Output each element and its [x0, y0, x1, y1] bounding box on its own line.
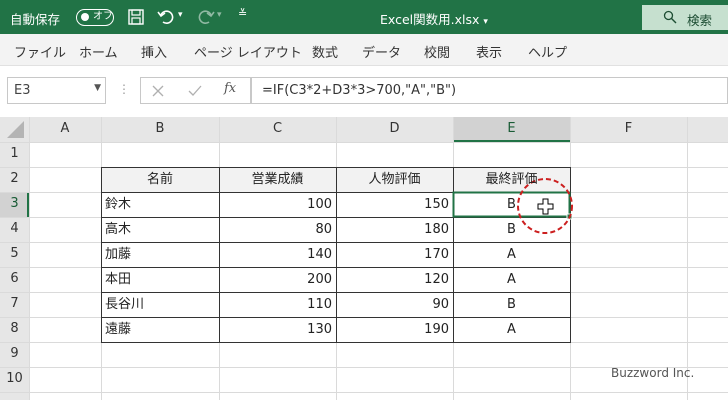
table-header-final[interactable]: 最終評価: [453, 167, 570, 192]
cell-e8[interactable]: A: [453, 317, 570, 342]
row-header-9[interactable]: 9: [0, 346, 29, 361]
cell-d7[interactable]: 90: [336, 292, 453, 317]
cell-b3[interactable]: 鈴木: [101, 192, 219, 217]
table-header-name[interactable]: 名前: [101, 167, 219, 192]
row-header-4[interactable]: 4: [0, 221, 29, 236]
cell-c8[interactable]: 130: [219, 317, 336, 342]
row-header-1[interactable]: 1: [0, 146, 29, 161]
cell-b8[interactable]: 遠藤: [101, 317, 219, 342]
row-header-3[interactable]: 3: [0, 196, 29, 211]
cell-d4[interactable]: 180: [336, 217, 453, 242]
cell-d5[interactable]: 170: [336, 242, 453, 267]
cell-d6[interactable]: 120: [336, 267, 453, 292]
cell-e7[interactable]: B: [453, 292, 570, 317]
table-header-sales[interactable]: 営業成績: [219, 167, 336, 192]
cell-c7[interactable]: 110: [219, 292, 336, 317]
cell-e6[interactable]: A: [453, 267, 570, 292]
cell-b6[interactable]: 本田: [101, 267, 219, 292]
column-header-c[interactable]: C: [219, 121, 336, 136]
column-header-b[interactable]: B: [101, 121, 219, 136]
cell-c5[interactable]: 140: [219, 242, 336, 267]
cell-c6[interactable]: 200: [219, 267, 336, 292]
cell-e5[interactable]: A: [453, 242, 570, 267]
column-header-a[interactable]: A: [29, 121, 101, 136]
cell-e4[interactable]: B: [453, 217, 570, 242]
cell-d8[interactable]: 190: [336, 317, 453, 342]
watermark: Buzzword Inc.: [611, 366, 695, 380]
row-header-10[interactable]: 10: [0, 371, 29, 386]
cell-e3[interactable]: B: [453, 192, 570, 217]
table-header-personality[interactable]: 人物評価: [336, 167, 453, 192]
row-header-6[interactable]: 6: [0, 271, 29, 286]
cell-c3[interactable]: 100: [219, 192, 336, 217]
cell-c4[interactable]: 80: [219, 217, 336, 242]
column-header-d[interactable]: D: [336, 121, 453, 136]
row-header-8[interactable]: 8: [0, 321, 29, 336]
cell-b7[interactable]: 長谷川: [101, 292, 219, 317]
cell-b4[interactable]: 高木: [101, 217, 219, 242]
row-header-7[interactable]: 7: [0, 296, 29, 311]
column-header-e[interactable]: E: [453, 121, 570, 136]
row-header-2[interactable]: 2: [0, 171, 29, 186]
row-header-5[interactable]: 5: [0, 246, 29, 261]
cell-b5[interactable]: 加藤: [101, 242, 219, 267]
column-header-f[interactable]: F: [570, 121, 687, 136]
cell-d3[interactable]: 150: [336, 192, 453, 217]
